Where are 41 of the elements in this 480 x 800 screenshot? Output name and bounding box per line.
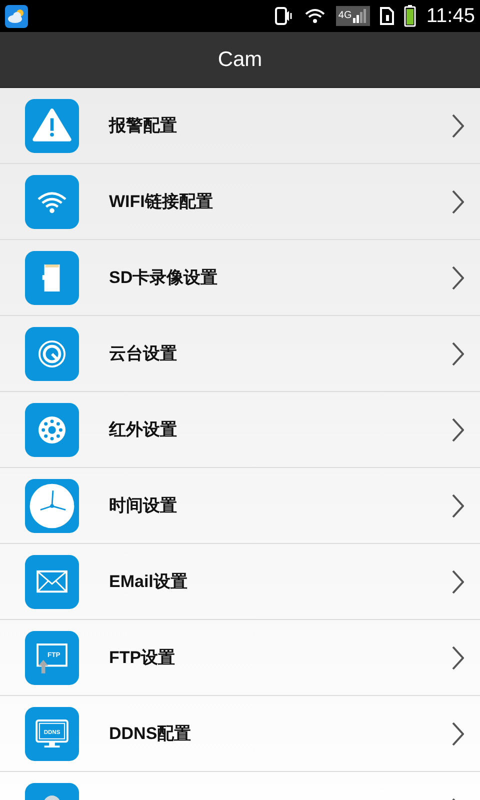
row-label: WIFI链接配置 <box>109 190 214 213</box>
wifi-icon <box>25 174 79 228</box>
chevron-icon <box>452 722 464 746</box>
chevron-icon <box>452 418 464 442</box>
row-label: SD卡录像设置 <box>109 266 219 289</box>
weather-app-icon[interactable] <box>5 4 28 28</box>
network-type: 4G <box>338 11 352 21</box>
chevron-icon <box>452 570 464 594</box>
battery-icon <box>404 5 416 27</box>
vibrate-icon <box>274 6 294 26</box>
page-title: Cam <box>218 46 262 73</box>
chevron-icon <box>452 646 464 670</box>
clock-icon <box>25 478 79 532</box>
settings-row[interactable]: WIFI链接配置 <box>0 164 480 240</box>
settings-row[interactable]: 云台设置 <box>0 316 480 392</box>
clock-time: 11:45 <box>426 4 475 29</box>
envelope-icon <box>25 554 79 608</box>
led-ring-icon <box>25 402 79 456</box>
chevron-icon <box>452 114 464 138</box>
dial-icon <box>25 326 79 380</box>
row-label: DDNS配置 <box>109 722 192 745</box>
sim-card-icon <box>380 6 394 26</box>
chevron-icon <box>452 190 464 214</box>
sd-card-icon <box>25 250 79 304</box>
row-label: 报警配置 <box>109 114 178 137</box>
chevron-icon <box>452 342 464 366</box>
settings-row[interactable]: 红外设置 <box>0 392 480 468</box>
wifi-icon <box>304 7 326 25</box>
row-label: EMail设置 <box>109 570 188 593</box>
row-label: 云台设置 <box>109 342 178 365</box>
settings-row[interactable]: 报警配置 <box>0 88 480 164</box>
chevron-icon <box>452 266 464 290</box>
row-label: 红外设置 <box>109 418 178 441</box>
chevron-icon <box>452 494 464 518</box>
settings-row[interactable]: 时间设置 <box>0 468 480 544</box>
signal-icon <box>352 9 367 23</box>
row-label: 时间设置 <box>109 494 178 517</box>
row-label: FTP设置 <box>109 646 176 669</box>
settings-row[interactable]: EMail设置 <box>0 544 480 620</box>
settings-row[interactable]: SD卡录像设置 <box>0 240 480 316</box>
warning-icon <box>25 98 79 152</box>
